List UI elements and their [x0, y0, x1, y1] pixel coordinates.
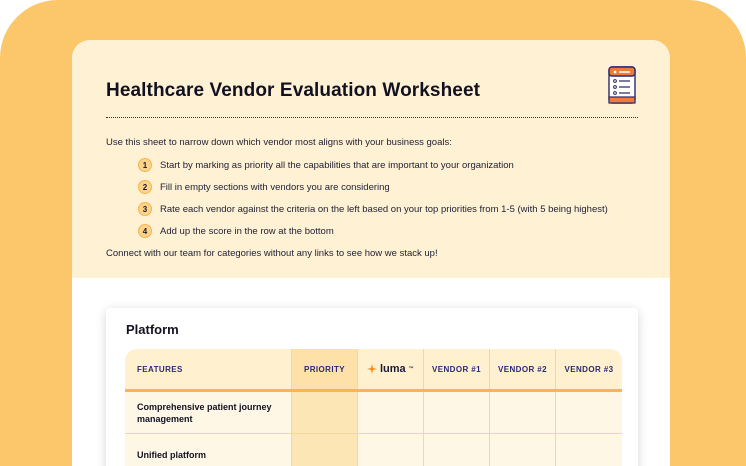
- list-item: 3 Rate each vendor against the criteria …: [138, 198, 608, 220]
- vendor-2-score-cell[interactable]: [490, 392, 556, 434]
- title-divider: [106, 117, 638, 118]
- luma-logo: luma ™: [366, 363, 415, 375]
- priority-cell[interactable]: [292, 392, 358, 434]
- step-text: Add up the score in the row at the botto…: [160, 225, 334, 237]
- step-number-badge: 2: [138, 180, 152, 194]
- table-row: Unified platform: [125, 434, 622, 466]
- luma-score-cell[interactable]: [358, 434, 424, 466]
- intro-section: Healthcare Vendor Evaluation Worksheet U…: [72, 40, 670, 278]
- column-header-vendor-3: VENDOR #3: [556, 349, 622, 389]
- vendor-3-score-cell[interactable]: [556, 392, 622, 434]
- section-title: Platform: [126, 322, 179, 337]
- vendor-1-score-cell[interactable]: [424, 434, 490, 466]
- step-text: Fill in empty sections with vendors you …: [160, 181, 390, 193]
- list-item: 2 Fill in empty sections with vendors yo…: [138, 176, 608, 198]
- intro-lead: Use this sheet to narrow down which vend…: [106, 137, 452, 148]
- step-number-badge: 1: [138, 158, 152, 172]
- list-item: 1 Start by marking as priority all the c…: [138, 154, 608, 176]
- step-number-badge: 4: [138, 224, 152, 238]
- luma-star-icon: [366, 364, 377, 374]
- column-header-luma: luma ™: [358, 349, 424, 389]
- vendor-2-score-cell[interactable]: [490, 434, 556, 466]
- column-header-features: FEATURES: [125, 349, 292, 389]
- column-header-vendor-1: VENDOR #1: [424, 349, 490, 389]
- platform-card: Platform FEATURES PRIORITY luma ™ VENDOR …: [106, 308, 638, 466]
- luma-wordmark: luma: [379, 363, 406, 375]
- vendor-1-score-cell[interactable]: [424, 392, 490, 434]
- table-header-row: FEATURES PRIORITY luma ™ VENDOR #1 VENDOR…: [125, 349, 622, 392]
- column-header-priority: PRIORITY: [292, 349, 358, 389]
- luma-score-cell[interactable]: [358, 392, 424, 434]
- priority-cell[interactable]: [292, 434, 358, 466]
- column-header-vendor-2: VENDOR #2: [490, 349, 556, 389]
- step-text: Start by marking as priority all the cap…: [160, 159, 514, 171]
- luma-trademark: ™: [408, 366, 415, 372]
- page-title: Healthcare Vendor Evaluation Worksheet: [106, 80, 481, 101]
- intro-closing: Connect with our team for categories wit…: [106, 248, 438, 259]
- step-number-badge: 3: [138, 202, 152, 216]
- vendor-3-score-cell[interactable]: [556, 434, 622, 466]
- checklist-document-icon: [608, 66, 636, 104]
- list-item: 4 Add up the score in the row at the bot…: [138, 220, 608, 242]
- worksheet: Healthcare Vendor Evaluation Worksheet U…: [72, 40, 670, 466]
- feature-label: Unified platform: [125, 434, 292, 466]
- feature-label: Comprehensive patient journey management: [125, 392, 292, 434]
- step-text: Rate each vendor against the criteria on…: [160, 203, 608, 215]
- table-row: Comprehensive patient journey management: [125, 392, 622, 434]
- instruction-steps: 1 Start by marking as priority all the c…: [138, 154, 608, 242]
- evaluation-table: FEATURES PRIORITY luma ™ VENDOR #1 VENDOR…: [125, 349, 622, 466]
